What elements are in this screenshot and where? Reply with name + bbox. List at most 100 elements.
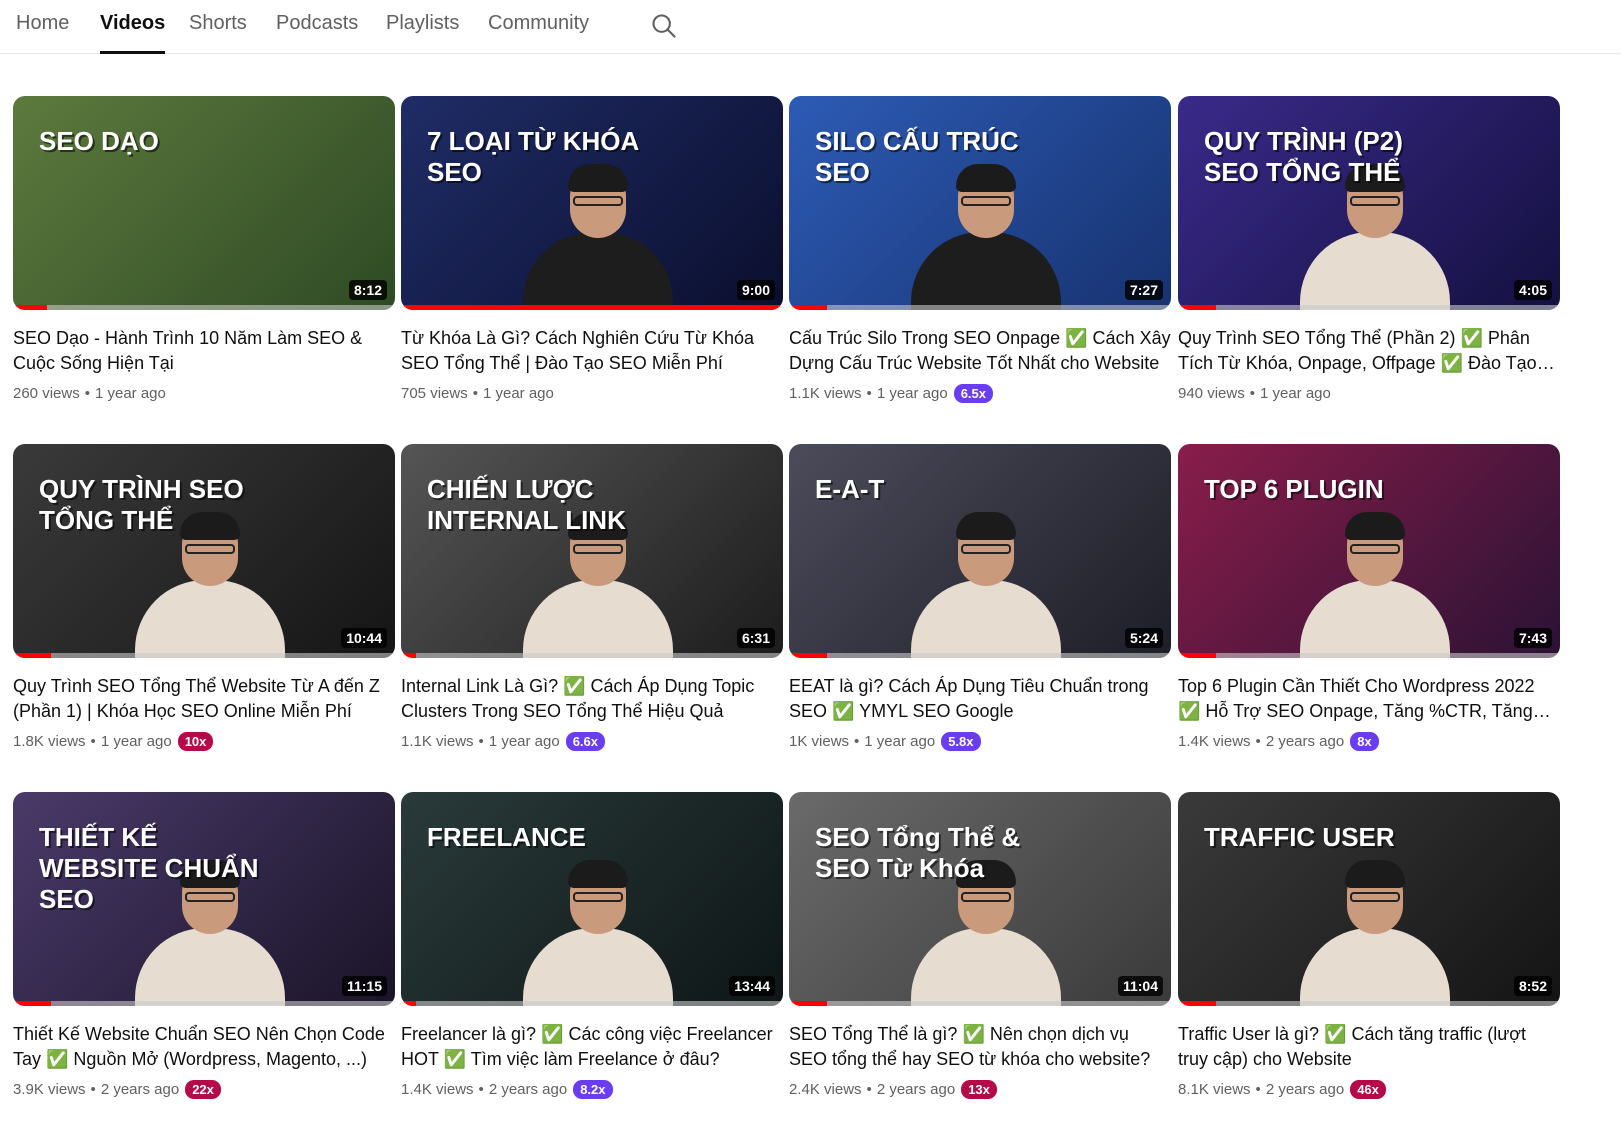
video-title[interactable]: Quy Trình SEO Tổng Thể (Phần 2) ✅ Phân T… xyxy=(1178,326,1560,376)
video-title[interactable]: SEO Tổng Thể là gì? ✅ Nên chọn dịch vụ S… xyxy=(789,1022,1171,1072)
video-duration: 10:44 xyxy=(341,628,387,648)
video-card[interactable]: FREELANCE 13:44 Freelancer là gì? ✅ Các … xyxy=(401,792,783,1100)
thumbnail-text: TRAFFIC USER xyxy=(1204,822,1395,852)
video-meta: 1.4K views • 2 years ago 8.2x xyxy=(401,1078,783,1100)
video-title[interactable]: Cấu Trúc Silo Trong SEO Onpage ✅ Cách Xâ… xyxy=(789,326,1171,376)
watch-progress xyxy=(401,1001,417,1006)
tab-podcasts[interactable]: Podcasts xyxy=(276,12,358,54)
watch-progress-track xyxy=(789,1001,1171,1006)
video-duration: 9:00 xyxy=(736,280,775,300)
meta-separator: • xyxy=(866,1080,872,1098)
presenter-figure xyxy=(1300,498,1450,658)
video-title[interactable]: Thiết Kế Website Chuẩn SEO Nên Chọn Code… xyxy=(13,1022,395,1072)
video-card[interactable]: E-A-T 5:24 EEAT là gì? Cách Áp Dụng Tiêu… xyxy=(789,444,1171,752)
search-icon[interactable] xyxy=(650,12,678,40)
thumbnail-text: THIẾT KẾ WEBSITE CHUẨN SEO xyxy=(39,822,259,915)
video-duration: 7:43 xyxy=(1513,628,1552,648)
video-title[interactable]: EEAT là gì? Cách Áp Dụng Tiêu Chuẩn tron… xyxy=(789,674,1171,724)
thumbnail-text: CHIẾN LƯỢC INTERNAL LINK xyxy=(427,474,626,536)
outlier-badge: 5.8x xyxy=(941,731,981,751)
upload-age: 1 year ago xyxy=(100,732,172,750)
video-duration: 11:04 xyxy=(1117,976,1163,996)
upload-age: 1 year ago xyxy=(864,732,936,750)
thumbnail-text: E-A-T xyxy=(815,474,885,504)
video-meta: 2.4K views • 2 years ago 13x xyxy=(789,1078,1171,1100)
thumbnail-text: QUY TRÌNH (P2) SEO TỔNG THỂ xyxy=(1204,126,1403,188)
tab-playlists[interactable]: Playlists xyxy=(386,12,459,54)
video-card[interactable]: TRAFFIC USER 8:52 Traffic User là gì? ✅ … xyxy=(1178,792,1560,1100)
video-thumbnail[interactable]: E-A-T 5:24 xyxy=(789,444,1171,658)
tab-home[interactable]: Home xyxy=(16,12,69,54)
video-card[interactable]: TOP 6 PLUGIN 7:43 Top 6 Plugin Cần Thiết… xyxy=(1178,444,1560,752)
video-meta: 1.4K views • 2 years ago 8x xyxy=(1178,730,1560,752)
video-duration: 6:31 xyxy=(736,628,775,648)
video-card[interactable]: 7 LOẠI TỪ KHÓA SEO 9:00 Từ Khóa Là Gì? C… xyxy=(401,96,783,404)
meta-separator: • xyxy=(478,1080,484,1098)
view-count: 3.9K views xyxy=(13,1080,86,1098)
video-card[interactable]: CHIẾN LƯỢC INTERNAL LINK 6:31 Internal L… xyxy=(401,444,783,752)
video-thumbnail[interactable]: FREELANCE 13:44 xyxy=(401,792,783,1006)
video-thumbnail[interactable]: 7 LOẠI TỪ KHÓA SEO 9:00 xyxy=(401,96,783,310)
meta-separator: • xyxy=(478,732,484,750)
view-count: 1K views xyxy=(789,732,850,750)
video-card[interactable]: SEO DẠO 8:12 SEO Dạo - Hành Trình 10 Năm… xyxy=(13,96,395,404)
meta-separator: • xyxy=(1249,384,1255,402)
watch-progress xyxy=(13,653,52,658)
tab-community[interactable]: Community xyxy=(488,12,589,54)
video-duration: 7:27 xyxy=(1124,280,1163,300)
video-title[interactable]: Từ Khóa Là Gì? Cách Nghiên Cứu Từ Khóa S… xyxy=(401,326,783,376)
video-title[interactable]: Internal Link Là Gì? ✅ Cách Áp Dụng Topi… xyxy=(401,674,783,724)
video-meta: 705 views • 1 year ago xyxy=(401,382,783,404)
tab-shorts[interactable]: Shorts xyxy=(189,12,247,54)
video-title[interactable]: Top 6 Plugin Cần Thiết Cho Wordpress 202… xyxy=(1178,674,1560,724)
upload-age: 2 years ago xyxy=(100,1080,180,1098)
video-card[interactable]: SILO CẤU TRÚC SEO 7:27 Cấu Trúc Silo Tro… xyxy=(789,96,1171,404)
watch-progress-track xyxy=(789,653,1171,658)
video-thumbnail[interactable]: QUY TRÌNH (P2) SEO TỔNG THỂ 4:05 xyxy=(1178,96,1560,310)
video-thumbnail[interactable]: CHIẾN LƯỢC INTERNAL LINK 6:31 xyxy=(401,444,783,658)
watch-progress xyxy=(789,1001,828,1006)
thumbnail-text: SILO CẤU TRÚC SEO xyxy=(815,126,1019,188)
video-duration: 11:15 xyxy=(341,976,387,996)
video-thumbnail[interactable]: TRAFFIC USER 8:52 xyxy=(1178,792,1560,1006)
meta-separator: • xyxy=(1255,1080,1261,1098)
video-title[interactable]: SEO Dạo - Hành Trình 10 Năm Làm SEO & Cu… xyxy=(13,326,395,376)
watch-progress xyxy=(401,305,783,310)
meta-separator: • xyxy=(1255,732,1261,750)
view-count: 705 views xyxy=(401,384,468,402)
upload-age: 1 year ago xyxy=(94,384,166,402)
watch-progress xyxy=(1178,653,1217,658)
video-meta: 1K views • 1 year ago 5.8x xyxy=(789,730,1171,752)
video-thumbnail[interactable]: SILO CẤU TRÚC SEO 7:27 xyxy=(789,96,1171,310)
watch-progress-track xyxy=(1178,653,1560,658)
upload-age: 1 year ago xyxy=(876,384,948,402)
video-thumbnail[interactable]: SEO Tổng Thể & SEO Từ Khóa 11:04 xyxy=(789,792,1171,1006)
video-thumbnail[interactable]: THIẾT KẾ WEBSITE CHUẨN SEO 11:15 xyxy=(13,792,395,1006)
video-duration: 8:12 xyxy=(348,280,387,300)
meta-separator: • xyxy=(90,732,96,750)
video-thumbnail[interactable]: SEO DẠO 8:12 xyxy=(13,96,395,310)
thumbnail-text: FREELANCE xyxy=(427,822,586,852)
video-thumbnail[interactable]: QUY TRÌNH SEO TỔNG THỂ 10:44 xyxy=(13,444,395,658)
video-card[interactable]: QUY TRÌNH SEO TỔNG THỂ 10:44 Quy Trình S… xyxy=(13,444,395,752)
video-title[interactable]: Freelancer là gì? ✅ Các công việc Freela… xyxy=(401,1022,783,1072)
thumbnail-text: TOP 6 PLUGIN xyxy=(1204,474,1384,504)
video-card[interactable]: THIẾT KẾ WEBSITE CHUẨN SEO 11:15 Thiết K… xyxy=(13,792,395,1100)
video-thumbnail[interactable]: TOP 6 PLUGIN 7:43 xyxy=(1178,444,1560,658)
outlier-badge: 13x xyxy=(961,1079,997,1099)
watch-progress xyxy=(789,305,828,310)
video-card[interactable]: QUY TRÌNH (P2) SEO TỔNG THỂ 4:05 Quy Trì… xyxy=(1178,96,1560,404)
video-meta: 3.9K views • 2 years ago 22x xyxy=(13,1078,395,1100)
video-meta: 940 views • 1 year ago xyxy=(1178,382,1560,404)
meta-separator: • xyxy=(90,1080,96,1098)
video-title[interactable]: Quy Trình SEO Tổng Thể Website Từ A đến … xyxy=(13,674,395,724)
view-count: 2.4K views xyxy=(789,1080,862,1098)
upload-age: 2 years ago xyxy=(876,1080,956,1098)
watch-progress-track xyxy=(1178,1001,1560,1006)
watch-progress-track xyxy=(13,653,395,658)
channel-tabs: Home Videos Shorts Podcasts Playlists Co… xyxy=(0,0,1621,54)
video-card[interactable]: SEO Tổng Thể & SEO Từ Khóa 11:04 SEO Tổn… xyxy=(789,792,1171,1100)
outlier-badge: 8x xyxy=(1350,731,1379,751)
tab-videos[interactable]: Videos xyxy=(100,12,166,54)
video-title[interactable]: Traffic User là gì? ✅ Cách tăng traffic … xyxy=(1178,1022,1560,1072)
